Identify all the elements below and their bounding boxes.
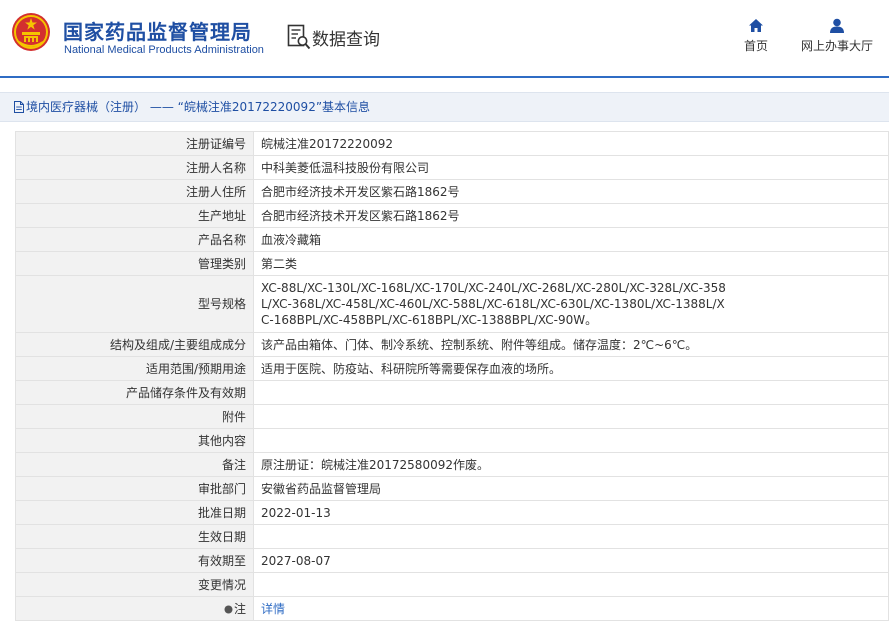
info-dot-icon	[224, 605, 233, 613]
table-row: 注册人名称 中科美菱低温科技股份有限公司	[15, 155, 889, 180]
row-label: 批准日期	[15, 500, 254, 525]
row-label: 管理类别	[15, 251, 254, 276]
row-label: 附件	[15, 404, 254, 429]
model-spec-line: C-168BPL/XC-458BPL/XC-618BPL/XC-1388BPL/…	[261, 313, 598, 327]
table-row: 适用范围/预期用途 适用于医院、防疫站、科研院所等需要保存血液的场所。	[15, 356, 889, 381]
table-row: 管理类别 第二类	[15, 251, 889, 276]
table-row: 注册证编号 皖械注准20172220092	[15, 131, 889, 156]
row-label: 有效期至	[15, 548, 254, 573]
row-label: 备注	[15, 452, 254, 477]
table-row: 结构及组成/主要组成成分 该产品由箱体、门体、制冷系统、控制系统、附件等组成。储…	[15, 332, 889, 357]
document-icon	[14, 101, 24, 113]
table-row: 其他内容	[15, 428, 889, 453]
table-row: 注册人住所 合肥市经济技术开发区紫石路1862号	[15, 179, 889, 204]
details-link[interactable]: 详情	[261, 602, 285, 616]
breadcrumb: 境内医疗器械（注册） —— “皖械注准20172220092”基本信息	[0, 92, 889, 122]
row-value: 适用于医院、防疫站、科研院所等需要保存血液的场所。	[253, 356, 889, 381]
row-value: 该产品由箱体、门体、制冷系统、控制系统、附件等组成。储存温度：2℃~6℃。	[253, 332, 889, 357]
row-label: 产品名称	[15, 227, 254, 252]
note-label-text: 注	[233, 601, 246, 616]
national-emblem-icon	[12, 13, 50, 51]
row-label: 注册人名称	[15, 155, 254, 180]
table-row: 变更情况	[15, 572, 889, 597]
nav-home-link[interactable]: 首页	[738, 18, 774, 54]
row-label: 型号规格	[15, 275, 254, 333]
row-value: 血液冷藏箱	[253, 227, 889, 252]
row-value: 安徽省药品监督管理局	[253, 476, 889, 501]
nav-online-hall-link[interactable]: 网上办事大厅	[796, 18, 878, 54]
row-value	[253, 428, 889, 453]
table-row: 附件	[15, 404, 889, 429]
row-value: 2027-08-07	[253, 548, 889, 573]
model-spec-value: XC-88L/XC-130L/XC-168L/XC-170L/XC-240L/X…	[253, 275, 889, 333]
org-name-cn: 国家药品监督管理局	[63, 20, 252, 44]
row-label: 结构及组成/主要组成成分	[15, 332, 254, 357]
section-title: 数据查询	[312, 30, 380, 50]
row-value	[253, 380, 889, 405]
nav-home-label: 首页	[743, 39, 768, 53]
row-value: 2022-01-13	[253, 500, 889, 525]
row-value	[253, 404, 889, 429]
table-row: 产品名称 血液冷藏箱	[15, 227, 889, 252]
data-query-icon	[287, 24, 311, 50]
row-value	[253, 572, 889, 597]
table-row: 批准日期 2022-01-13	[15, 500, 889, 525]
row-value: 原注册证：皖械注准20172580092作废。	[253, 452, 889, 477]
model-spec-line: XC-88L/XC-130L/XC-168L/XC-170L/XC-240L/X…	[261, 281, 726, 295]
row-label: 变更情况	[15, 572, 254, 597]
row-label: 注册人住所	[15, 179, 254, 204]
row-label: 生效日期	[15, 524, 254, 549]
nav-online-hall-label: 网上办事大厅	[800, 39, 873, 53]
note-label: 注	[15, 596, 254, 621]
row-value: 合肥市经济技术开发区紫石路1862号	[253, 203, 889, 228]
row-label: 其他内容	[15, 428, 254, 453]
table-row: 型号规格 XC-88L/XC-130L/XC-168L/XC-170L/XC-2…	[15, 275, 889, 333]
table-row: 生效日期	[15, 524, 889, 549]
row-label: 注册证编号	[15, 131, 254, 156]
row-label: 生产地址	[15, 203, 254, 228]
row-label: 产品储存条件及有效期	[15, 380, 254, 405]
home-icon	[749, 19, 763, 32]
row-label: 适用范围/预期用途	[15, 356, 254, 381]
table-row: 审批部门 安徽省药品监督管理局	[15, 476, 889, 501]
org-name-en: National Medical Products Administration	[64, 44, 264, 56]
row-value: 皖械注准20172220092	[253, 131, 889, 156]
row-label: 审批部门	[15, 476, 254, 501]
table-row: 备注 原注册证：皖械注准20172580092作废。	[15, 452, 889, 477]
note-value: 详情	[253, 596, 889, 621]
user-icon	[830, 18, 844, 33]
model-spec-line: L/XC-368L/XC-458L/XC-460L/XC-588L/XC-618…	[261, 297, 725, 311]
row-value: 中科美菱低温科技股份有限公司	[253, 155, 889, 180]
table-row: 产品储存条件及有效期	[15, 380, 889, 405]
row-value: 合肥市经济技术开发区紫石路1862号	[253, 179, 889, 204]
row-value: 第二类	[253, 251, 889, 276]
row-value	[253, 524, 889, 549]
table-row: 注 详情	[15, 596, 889, 621]
breadcrumb-text: 境内医疗器械（注册） —— “皖械注准20172220092”基本信息	[26, 100, 371, 114]
table-row: 有效期至 2027-08-07	[15, 548, 889, 573]
detail-table: 注册证编号 皖械注准20172220092 注册人名称 中科美菱低温科技股份有限…	[15, 131, 889, 621]
site-header: 国家药品监督管理局 National Medical Products Admi…	[0, 0, 889, 78]
table-row: 生产地址 合肥市经济技术开发区紫石路1862号	[15, 203, 889, 228]
